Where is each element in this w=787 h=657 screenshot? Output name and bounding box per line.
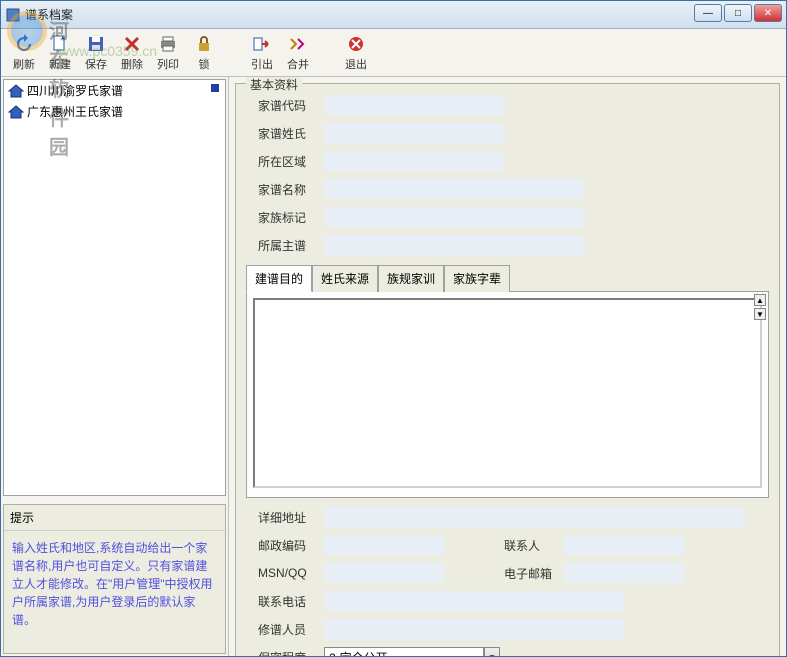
left-panel: 四川川渝罗氏家谱 广东惠州王氏家谱 提示 输入姓氏和地区,系统自动给出一个家谱名… bbox=[1, 77, 229, 656]
phone-field[interactable] bbox=[324, 591, 624, 611]
export-button[interactable]: 引出 bbox=[245, 31, 279, 75]
contact-field[interactable] bbox=[564, 535, 684, 555]
group-title: 基本资料 bbox=[246, 77, 302, 93]
hint-panel: 提示 输入姓氏和地区,系统自动给出一个家谱名称,用户也可自定义。只有家谱建立人才… bbox=[3, 504, 226, 654]
name-field[interactable] bbox=[324, 179, 584, 199]
exit-button[interactable]: 退出 bbox=[339, 31, 373, 75]
new-button[interactable]: 新建 bbox=[43, 31, 77, 75]
textarea-scroll: ▲ ▼ bbox=[754, 294, 766, 320]
close-button[interactable]: ✕ bbox=[754, 4, 782, 22]
tab-strip: 建谱目的 姓氏来源 族规家训 家族字辈 bbox=[246, 264, 769, 292]
titlebar: 谱系档案 — □ ✕ bbox=[1, 1, 786, 29]
tab-content: ▲ ▼ bbox=[246, 292, 769, 498]
print-button[interactable]: 列印 bbox=[151, 31, 185, 75]
minimize-button[interactable]: — bbox=[694, 4, 722, 22]
window-title: 谱系档案 bbox=[25, 6, 73, 23]
exit-icon bbox=[346, 34, 366, 54]
label-area: 所在区域 bbox=[246, 153, 324, 170]
lock-icon bbox=[194, 34, 214, 54]
label-contact: 联系人 bbox=[504, 537, 564, 554]
app-icon bbox=[5, 7, 21, 23]
refresh-icon bbox=[14, 34, 34, 54]
editor-field[interactable] bbox=[324, 619, 624, 639]
label-phone: 联系电话 bbox=[246, 593, 324, 610]
msnqq-field[interactable] bbox=[324, 563, 444, 583]
right-panel: 基本资料 家谱代码 家谱姓氏 所在区域 家谱名称 bbox=[229, 77, 786, 656]
tab-rules[interactable]: 族规家训 bbox=[378, 265, 444, 292]
label-msnqq: MSN/QQ bbox=[246, 566, 324, 580]
label-main: 所属主谱 bbox=[246, 237, 324, 254]
code-field[interactable] bbox=[324, 95, 504, 115]
refresh-button[interactable]: 刷新 bbox=[7, 31, 41, 75]
basic-info-group: 基本资料 家谱代码 家谱姓氏 所在区域 家谱名称 bbox=[235, 83, 780, 656]
tree-item[interactable]: 四川川渝罗氏家谱 bbox=[4, 80, 225, 101]
mark-field[interactable] bbox=[324, 207, 584, 227]
toolbar: 刷新 新建 保存 删除 列印 锁 引出 合并 bbox=[1, 29, 786, 77]
tree-item-label: 广东惠州王氏家谱 bbox=[27, 103, 123, 120]
tab-origin[interactable]: 姓氏来源 bbox=[312, 265, 378, 292]
surname-field[interactable] bbox=[324, 123, 504, 143]
scroll-up-icon[interactable]: ▲ bbox=[754, 294, 766, 306]
body-area: 四川川渝罗氏家谱 广东惠州王氏家谱 提示 输入姓氏和地区,系统自动给出一个家谱名… bbox=[1, 77, 786, 656]
delete-icon bbox=[122, 34, 142, 54]
house-icon bbox=[8, 84, 24, 98]
tree-panel[interactable]: 四川川渝罗氏家谱 广东惠州王氏家谱 bbox=[3, 79, 226, 496]
hint-title: 提示 bbox=[4, 505, 225, 531]
postcode-field[interactable] bbox=[324, 535, 444, 555]
delete-button[interactable]: 删除 bbox=[115, 31, 149, 75]
secrecy-combo[interactable]: ▼ bbox=[324, 647, 500, 656]
window-controls: — □ ✕ bbox=[694, 4, 782, 22]
label-email: 电子邮箱 bbox=[504, 565, 564, 582]
app-window: 河东软件园 www.pc0359.cn 谱系档案 — □ ✕ 刷新 新建 保存 … bbox=[0, 0, 787, 657]
label-address: 详细地址 bbox=[246, 509, 324, 526]
tab-generation[interactable]: 家族字辈 bbox=[444, 265, 510, 292]
merge-icon bbox=[288, 34, 308, 54]
secrecy-input[interactable] bbox=[324, 647, 484, 656]
scroll-down-icon[interactable]: ▼ bbox=[754, 308, 766, 320]
purpose-textarea[interactable] bbox=[253, 298, 762, 488]
save-icon bbox=[86, 34, 106, 54]
area-field[interactable] bbox=[324, 151, 504, 171]
email-field[interactable] bbox=[564, 563, 684, 583]
label-code: 家谱代码 bbox=[246, 97, 324, 114]
address-field[interactable] bbox=[324, 507, 744, 527]
tree-item-label: 四川川渝罗氏家谱 bbox=[27, 82, 123, 99]
tree-item[interactable]: 广东惠州王氏家谱 bbox=[4, 101, 225, 122]
save-button[interactable]: 保存 bbox=[79, 31, 113, 75]
maximize-button[interactable]: □ bbox=[724, 4, 752, 22]
tab-purpose[interactable]: 建谱目的 bbox=[246, 265, 312, 292]
label-mark: 家族标记 bbox=[246, 209, 324, 226]
dropdown-button[interactable]: ▼ bbox=[484, 647, 500, 656]
selection-mark-icon bbox=[211, 84, 219, 92]
new-icon bbox=[50, 34, 70, 54]
hint-body: 输入姓氏和地区,系统自动给出一个家谱名称,用户也可自定义。只有家谱建立人才能修改… bbox=[4, 531, 225, 637]
lock-button[interactable]: 锁 bbox=[187, 31, 221, 75]
print-icon bbox=[158, 34, 178, 54]
label-secrecy: 保密程度 bbox=[246, 649, 324, 657]
label-editor: 修谱人员 bbox=[246, 621, 324, 638]
label-surname: 家谱姓氏 bbox=[246, 125, 324, 142]
merge-button[interactable]: 合并 bbox=[281, 31, 315, 75]
chevron-down-icon: ▼ bbox=[488, 653, 496, 657]
label-postcode: 邮政编码 bbox=[246, 537, 324, 554]
export-icon bbox=[252, 34, 272, 54]
label-name: 家谱名称 bbox=[246, 181, 324, 198]
main-field[interactable] bbox=[324, 235, 584, 255]
house-icon bbox=[8, 105, 24, 119]
